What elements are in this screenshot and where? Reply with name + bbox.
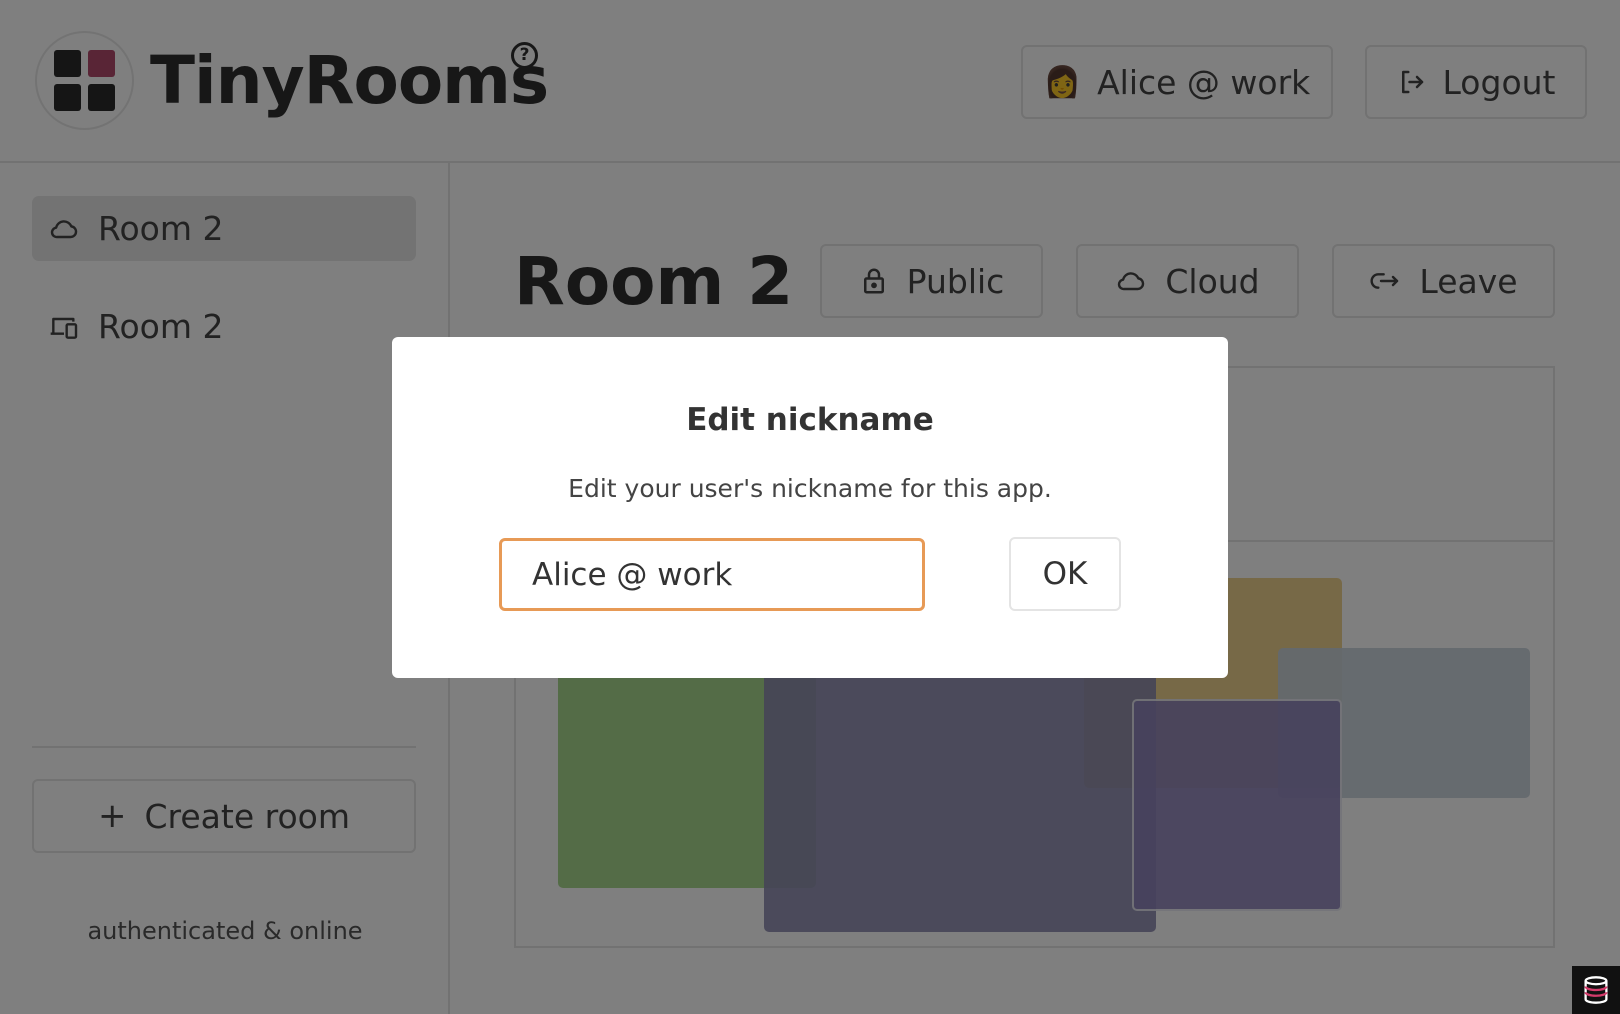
database-icon[interactable] bbox=[1572, 966, 1620, 1014]
dialog-title: Edit nickname bbox=[686, 402, 934, 438]
edit-nickname-dialog: Edit nickname Edit your user's nickname … bbox=[392, 337, 1228, 678]
ok-button[interactable]: OK bbox=[1009, 537, 1121, 611]
dialog-description: Edit your user's nickname for this app. bbox=[568, 474, 1052, 503]
nickname-input[interactable] bbox=[499, 538, 925, 611]
